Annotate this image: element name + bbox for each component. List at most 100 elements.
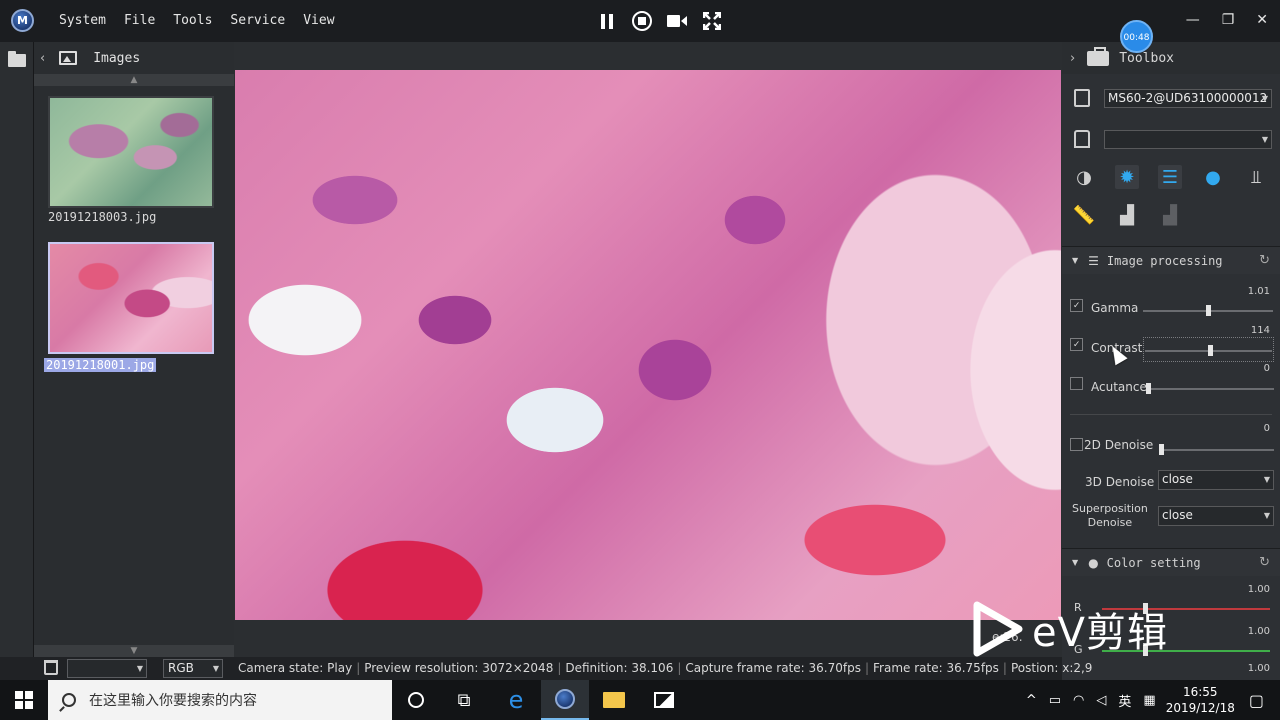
levels-icon[interactable]: ⫫ [1244, 165, 1268, 189]
menu-tools[interactable]: Tools [173, 13, 212, 28]
acutance-slider-knob[interactable] [1146, 383, 1151, 394]
dropdown-arrow-icon: ▼ [1263, 475, 1270, 484]
scroll-down-button[interactable]: ▼ [34, 645, 234, 657]
image-viewer: e:26. [234, 42, 1062, 657]
stop-button[interactable] [631, 10, 653, 32]
trash-icon[interactable] [44, 660, 58, 675]
photos-taskbar-icon[interactable] [640, 680, 688, 720]
microscope-app-icon [555, 689, 575, 709]
acutance-checkbox[interactable] [1070, 377, 1083, 390]
divider [1070, 414, 1272, 415]
pause-button[interactable] [596, 10, 618, 32]
acutance-label: Acutance [1091, 380, 1147, 394]
menu-view[interactable]: View [303, 13, 334, 28]
thumbnail-item[interactable]: 20191218003.jpg [48, 96, 218, 224]
status-text: Camera state: Play | Preview resolution: 3… [238, 661, 1093, 675]
superposition-select[interactable]: close ▼ [1158, 506, 1274, 526]
contrast-mode-icon[interactable]: ◑ [1072, 165, 1096, 189]
title-bar: M System File Tools Service View 00:48 —… [0, 0, 1280, 53]
open-folder-icon[interactable] [8, 51, 26, 67]
superposition-label-line2: Denoise [1087, 516, 1133, 529]
close-button[interactable]: ✕ [1256, 12, 1268, 28]
menu-file[interactable]: File [124, 13, 155, 28]
gamma-checkbox[interactable]: ✓ [1070, 299, 1083, 312]
capture-frame-rate-text: Capture frame rate: 36.70fps [685, 661, 861, 675]
file-explorer-taskbar-icon[interactable] [590, 680, 638, 720]
play-logo-icon [968, 600, 1026, 658]
ruler-icon[interactable]: 📏 [1072, 203, 1096, 227]
gamma-slider[interactable] [1143, 305, 1273, 316]
collapse-chevron-icon[interactable]: ‹ [40, 51, 45, 66]
taskbar-clock[interactable]: 16:55 2019/12/18 [1166, 684, 1235, 716]
red-value: 1.00 [1247, 584, 1270, 595]
tray-overflow-icon[interactable]: ^ [1026, 693, 1037, 708]
microscope-live-image[interactable] [235, 70, 1061, 620]
camera-device-icon [1074, 89, 1090, 107]
second-select[interactable]: ▼ [1104, 130, 1272, 149]
expand-chevron-icon[interactable]: › [1070, 51, 1075, 66]
dropdown-arrow-icon: ▼ [1263, 511, 1270, 520]
video-camera-icon [667, 15, 687, 27]
scroll-up-button[interactable]: ▲ [34, 74, 234, 86]
volume-icon[interactable]: ◁ [1096, 693, 1106, 708]
color-palette-icon[interactable]: ● [1201, 165, 1225, 189]
thumbnail-image[interactable] [48, 96, 214, 208]
gamma-label: Gamma [1091, 301, 1139, 315]
menu-system[interactable]: System [59, 13, 106, 28]
denoise2d-value: 0 [1263, 423, 1270, 434]
viewer-bottom-bar: e:26. [234, 620, 1062, 657]
microscope-app-taskbar-icon[interactable] [541, 680, 589, 720]
thumbnail-item-selected[interactable]: 20191218001.jpg [44, 242, 218, 373]
thumbnail-image[interactable] [48, 242, 214, 354]
clock-time: 16:55 [1182, 685, 1218, 699]
denoise2d-slider-knob[interactable] [1159, 444, 1164, 455]
record-video-button[interactable] [666, 10, 688, 32]
color-format-value: RGB [168, 661, 194, 675]
fullscreen-button[interactable] [701, 10, 723, 32]
camera-select[interactable]: MS60-2@UD63100000012 ▼ [1104, 89, 1272, 108]
histogram-icon[interactable]: ▟ [1115, 203, 1139, 227]
superposition-select-value: close [1162, 508, 1193, 522]
position-text: Postion: x:2,9 [1010, 661, 1093, 675]
denoise2d-slider[interactable] [1159, 444, 1274, 455]
search-icon [62, 693, 76, 707]
toolbox-icon [1087, 46, 1110, 66]
start-button[interactable] [0, 680, 48, 720]
contrast-checkbox[interactable]: ✓ [1070, 338, 1083, 351]
task-view-button[interactable]: ⧉ [440, 680, 488, 720]
cortana-button[interactable] [392, 680, 440, 720]
menu-service[interactable]: Service [230, 13, 285, 28]
image-filter-select[interactable]: ▼ [67, 659, 147, 678]
reset-icon[interactable]: ↻ [1259, 253, 1270, 268]
notification-icon[interactable]: ▢ [1249, 691, 1264, 710]
blue-value: 1.00 [1247, 663, 1270, 674]
gamma-value: 1.01 [1247, 286, 1270, 297]
acutance-slider[interactable] [1146, 383, 1274, 394]
reset-icon[interactable]: ↻ [1259, 555, 1270, 570]
color-setting-section-header[interactable]: ▼ ● Color setting ↻ [1062, 548, 1280, 576]
battery-icon[interactable]: ▭ [1049, 693, 1061, 708]
cortana-circle-icon [408, 692, 424, 708]
gamma-slider-knob[interactable] [1206, 305, 1211, 316]
edge-taskbar-icon[interactable]: e [492, 680, 540, 720]
denoise3d-select[interactable]: close ▼ [1158, 470, 1274, 490]
network-icon[interactable]: ◠ [1073, 693, 1084, 708]
contrast-slider[interactable] [1145, 345, 1272, 356]
contrast-value: 114 [1250, 325, 1270, 336]
windows-logo-icon [15, 691, 33, 709]
exposure-icon[interactable]: ✹ [1115, 165, 1139, 189]
image-processing-icon[interactable]: ☰ [1158, 165, 1182, 189]
camera-select-value: MS60-2@UD63100000012 [1108, 91, 1268, 105]
images-panel-header: ‹ Images [34, 42, 234, 74]
image-processing-section-header[interactable]: ▼ ☰ Image processing ↻ [1062, 246, 1280, 274]
ime-mode-icon[interactable]: ▦ [1143, 693, 1155, 708]
contrast-slider-knob[interactable] [1208, 345, 1213, 356]
acutance-value: 0 [1263, 363, 1270, 374]
sliders-icon: ☰ [1088, 253, 1099, 268]
ime-indicator[interactable]: 英 [1118, 691, 1131, 710]
minimize-button[interactable]: — [1186, 12, 1200, 28]
taskbar-search-box[interactable]: 在这里输入你要搜索的内容 [48, 680, 392, 720]
maximize-button[interactable]: ❐ [1222, 12, 1235, 28]
color-format-select[interactable]: RGB ▼ [163, 659, 223, 678]
denoise2d-checkbox[interactable] [1070, 438, 1083, 451]
